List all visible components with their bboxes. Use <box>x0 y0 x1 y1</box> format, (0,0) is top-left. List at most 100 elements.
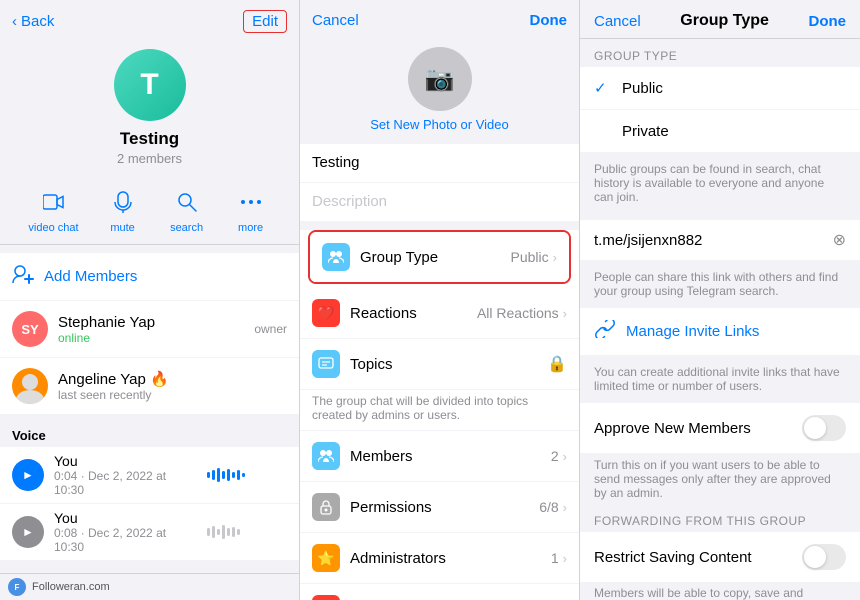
left-panel: ‹ Back Edit T Testing 2 members video ch… <box>0 0 300 600</box>
photo-section: 📷 Set New Photo or Video <box>300 37 579 144</box>
add-members-row[interactable]: Add Members <box>0 253 299 301</box>
middle-header: Cancel Done <box>300 0 579 37</box>
member-name-angeline: Angeline Yap 🔥 <box>58 370 287 388</box>
edit-button[interactable]: Edit <box>243 10 287 33</box>
more-button[interactable]: more <box>231 186 271 234</box>
administrators-row[interactable]: ⭐ Administrators 1 › <box>300 533 579 584</box>
group-type-row[interactable]: Group Type Public › <box>310 232 569 282</box>
members-value: 2 <box>551 448 559 464</box>
reactions-icon: ❤️ <box>312 299 340 327</box>
removed-users-row[interactable]: 🚫 Removed Users › <box>300 584 579 600</box>
members-count: 2 members <box>117 151 182 166</box>
description-input-row <box>300 183 579 222</box>
back-label: Back <box>21 13 54 30</box>
add-members-label: Add Members <box>44 268 137 285</box>
topics-row[interactable]: Topics 🔒 <box>300 339 579 390</box>
administrators-icon: ⭐ <box>312 544 340 572</box>
group-type-highlighted-wrapper: Group Type Public › <box>308 230 571 284</box>
member-info-angeline: Angeline Yap 🔥 last seen recently <box>58 370 287 402</box>
group-type-value: Public <box>511 249 549 265</box>
search-button[interactable]: search <box>167 186 207 234</box>
restrict-toggle[interactable] <box>802 544 846 570</box>
voice-play-button-1[interactable]: ► <box>12 459 44 491</box>
restrict-saving-row: Restrict Saving Content <box>580 532 860 582</box>
permissions-label: Permissions <box>350 499 539 516</box>
right-content: GROUP TYPE ✓ Public ✓ Private Public gro… <box>580 39 860 600</box>
group-type-icon <box>322 243 350 271</box>
manage-invite-links-row[interactable]: Manage Invite Links <box>580 308 860 355</box>
right-cancel-button[interactable]: Cancel <box>594 13 641 30</box>
group-type-arrow: › <box>553 250 557 265</box>
right-done-button[interactable]: Done <box>808 13 846 30</box>
mute-label: mute <box>110 222 134 234</box>
voice-label: Voice <box>0 422 299 447</box>
voice-time-2: 0:08 · Dec 2, 2022 at 10:30 <box>54 526 199 554</box>
member-avatar-ay <box>12 368 48 404</box>
middle-done-button[interactable]: Done <box>530 12 568 29</box>
approve-label: Approve New Members <box>594 420 802 437</box>
photo-upload-button[interactable]: 📷 <box>408 47 472 111</box>
member-angeline[interactable]: Angeline Yap 🔥 last seen recently <box>0 358 299 414</box>
permissions-icon <box>312 493 340 521</box>
voice-item-1: ► You 0:04 · Dec 2, 2022 at 10:30 <box>0 447 299 504</box>
waveform-1 <box>207 465 287 485</box>
public-checkmark: ✓ <box>594 79 612 97</box>
set-photo-label[interactable]: Set New Photo or Video <box>370 117 509 132</box>
description-input[interactable] <box>312 193 567 210</box>
restrict-note: Members will be able to copy, save and f… <box>580 582 860 600</box>
middle-cancel-button[interactable]: Cancel <box>312 12 359 29</box>
voice-info-2: You 0:08 · Dec 2, 2022 at 10:30 <box>54 510 199 554</box>
public-label: Public <box>622 80 663 97</box>
manage-links-icon <box>594 320 616 343</box>
avatar-letter: T <box>140 68 158 102</box>
type-public-row[interactable]: ✓ Public <box>580 67 860 110</box>
topics-note: The group chat will be divided into topi… <box>300 390 579 431</box>
permissions-row[interactable]: Permissions 6/8 › <box>300 482 579 533</box>
voice-item-2: ► You 0:08 · Dec 2, 2022 at 10:30 <box>0 504 299 561</box>
invite-link-input[interactable] <box>594 232 833 249</box>
members-label: Members <box>350 448 551 465</box>
members-arrow: › <box>563 449 567 464</box>
member-status-angeline: last seen recently <box>58 388 287 402</box>
member-info-stephanie: Stephanie Yap online <box>58 314 254 345</box>
reactions-arrow: › <box>563 306 567 321</box>
group-type-section-label: GROUP TYPE <box>580 39 860 67</box>
more-icon <box>231 186 271 218</box>
add-members-icon <box>12 263 34 290</box>
approve-toggle[interactable] <box>802 415 846 441</box>
administrators-label: Administrators <box>350 550 551 567</box>
voice-info-1: You 0:04 · Dec 2, 2022 at 10:30 <box>54 453 199 497</box>
forwarding-section-label: FORWARDING FROM THIS GROUP <box>580 504 860 532</box>
menu-list: Group Type Public › ❤️ Reactions All Rea… <box>300 230 579 600</box>
reactions-label: Reactions <box>350 305 477 322</box>
right-title: Group Type <box>680 12 769 30</box>
reactions-row[interactable]: ❤️ Reactions All Reactions › <box>300 288 579 339</box>
topics-label: Topics <box>350 356 547 373</box>
search-icon <box>167 186 207 218</box>
member-stephanie[interactable]: SY Stephanie Yap online owner <box>0 301 299 358</box>
voice-play-button-2[interactable]: ► <box>12 516 44 548</box>
video-chat-button[interactable]: video chat <box>28 186 78 234</box>
more-label: more <box>238 222 263 234</box>
waveform-2 <box>207 522 287 542</box>
type-private-row[interactable]: ✓ Private <box>580 110 860 152</box>
voice-time-1: 0:04 · Dec 2, 2022 at 10:30 <box>54 469 199 497</box>
name-input-section <box>300 144 579 222</box>
mute-icon <box>103 186 143 218</box>
voice-section: Voice ► You 0:04 · Dec 2, 2022 at 10:30 … <box>0 422 299 561</box>
removed-users-icon: 🚫 <box>312 595 340 600</box>
permissions-value: 6/8 <box>539 499 558 515</box>
invite-note: People can share this link with others a… <box>580 266 860 308</box>
group-name-input[interactable] <box>312 154 567 171</box>
administrators-arrow: › <box>563 551 567 566</box>
mute-button[interactable]: mute <box>103 186 143 234</box>
video-chat-icon <box>34 186 74 218</box>
back-button[interactable]: ‹ Back <box>12 13 54 30</box>
members-row[interactable]: Members 2 › <box>300 431 579 482</box>
member-avatar-sy: SY <box>12 311 48 347</box>
action-buttons: video chat mute search more <box>0 178 299 245</box>
followeran-bar: F Followeran.com <box>0 573 299 600</box>
search-label: search <box>170 222 203 234</box>
invite-clear-button[interactable]: ⊗ <box>833 230 846 250</box>
video-chat-label: video chat <box>28 222 78 234</box>
